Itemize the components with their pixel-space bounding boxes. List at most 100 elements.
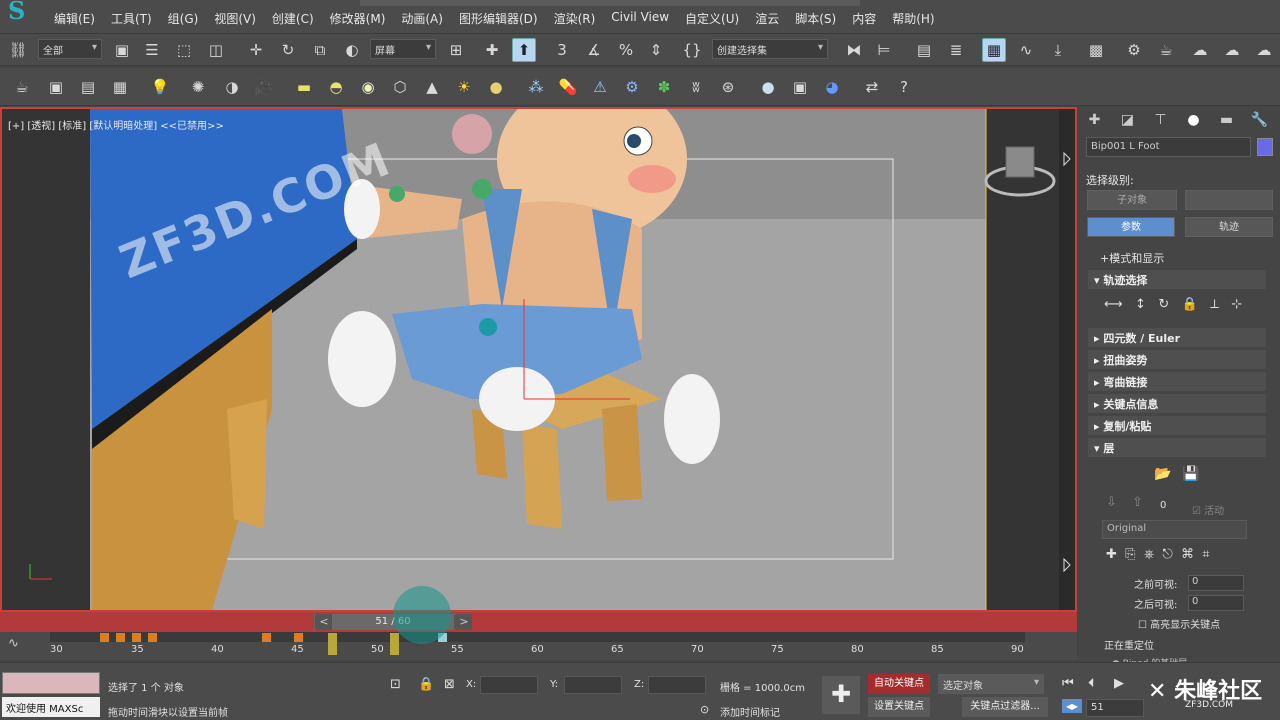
trajectories-button[interactable]: 轨迹 [1185, 217, 1273, 237]
render-frame-window-icon[interactable]: ▣ [44, 75, 68, 99]
open-folder-icon[interactable]: 📂 [1154, 466, 1171, 482]
material-lib-icon[interactable]: ▣ [788, 75, 812, 99]
keyboard-shortcut-override-icon[interactable]: ⬆ [512, 38, 536, 62]
material-editor-icon[interactable]: ▩ [1084, 38, 1108, 62]
rollout-copy-paste[interactable]: ▸ 复制/粘贴 [1088, 416, 1266, 435]
sphere-icon[interactable]: ● [756, 75, 780, 99]
ies-light-icon[interactable]: ● [484, 75, 508, 99]
keyframe-marker[interactable] [100, 633, 109, 642]
hair-icon[interactable]: ʬ [684, 75, 708, 99]
select-manipulate-icon[interactable]: ✚ [480, 38, 504, 62]
menu-content[interactable]: 内容 [846, 10, 886, 27]
spinner-snap-icon[interactable]: ⇕ [644, 38, 668, 62]
help-icon[interactable]: ? [892, 75, 916, 99]
parameters-button[interactable]: 参数 [1087, 217, 1175, 237]
mirror-icon[interactable]: ⧓ [842, 38, 866, 62]
layer-tools-icons[interactable]: ✚ ⎘ ⎈ ⎋ ⌘ ⌗ [1106, 547, 1210, 562]
render-iterative-icon[interactable]: ☁ [1220, 38, 1244, 62]
keyframe-marker[interactable] [132, 633, 141, 642]
window-crossing-icon[interactable]: ◫ [204, 38, 228, 62]
ox-icon[interactable]: ⊛ [716, 75, 740, 99]
select-by-name-icon[interactable]: ☰ [140, 38, 164, 62]
menu-tools[interactable]: 工具(T) [105, 10, 162, 27]
scene-explorer-icon[interactable]: ▤ [912, 38, 936, 62]
isolate-selection-icon[interactable]: ⊡ [390, 677, 401, 692]
snaps-toggle-icon[interactable]: 3 [550, 38, 574, 62]
layer-down-icon[interactable]: ⇩ [1106, 495, 1117, 510]
layer-up-icon[interactable]: ⇧ [1132, 495, 1143, 510]
render-production-icon[interactable]: ☁ [1188, 38, 1212, 62]
set-key-big-button[interactable]: ✚ [822, 676, 860, 714]
menu-group[interactable]: 组(G) [162, 10, 209, 27]
menu-animation[interactable]: 动画(A) [395, 10, 453, 27]
selection-filter-dropdown[interactable]: 全部 [38, 39, 102, 59]
hierarchy-tab-icon[interactable]: ⊤ [1144, 112, 1177, 128]
create-tab-icon[interactable]: ✚ [1078, 112, 1111, 128]
selection-lock-icon[interactable]: 🔒 [418, 677, 434, 692]
absolute-mode-icon[interactable]: ⊠ [444, 677, 455, 692]
highlight-keys-checkbox[interactable]: ☐ 高亮显示关键点 [1138, 616, 1220, 631]
menu-render-cloud[interactable]: 渲云 [749, 10, 789, 27]
key-mode-dropdown[interactable]: 选定对象 [938, 674, 1044, 694]
keyframe-marker[interactable] [148, 633, 157, 642]
motion-tab-icon[interactable]: ● [1177, 112, 1210, 128]
dome-light-icon[interactable]: ◓ [324, 75, 348, 99]
y-coordinate-field[interactable] [564, 676, 622, 694]
proxy-icon[interactable]: 💊 [556, 75, 580, 99]
plane-icon[interactable]: ⚠ [588, 75, 612, 99]
menu-help[interactable]: 帮助(H) [886, 10, 944, 27]
percent-snap-icon[interactable]: % [614, 38, 638, 62]
viewport-label[interactable]: [+] [透视] [标准] [默认明暗处理] <<已禁用>> [8, 117, 224, 132]
omni-light-icon[interactable]: ✺ [186, 75, 210, 99]
modify-tab-icon[interactable]: ◪ [1111, 112, 1144, 128]
key-filters-button[interactable]: 关键点过滤器... [962, 697, 1048, 717]
rollout-layers[interactable]: ▾ 层 [1088, 438, 1266, 457]
reference-coord-dropdown[interactable]: 屏幕 [370, 39, 436, 59]
light-lister-icon[interactable]: 💡 [148, 75, 172, 99]
go-to-start-icon[interactable]: ⏮ [1062, 676, 1074, 691]
mini-curve-editor-icon[interactable]: ∿ [8, 636, 32, 656]
rollout-key-info[interactable]: ▸ 关键点信息 [1088, 394, 1266, 413]
viewcube[interactable] [1005, 146, 1035, 178]
add-time-tag[interactable]: 添加时间标记 [720, 704, 780, 719]
play-icon[interactable]: ▶ [1114, 676, 1124, 691]
align-icon[interactable]: ⊨ [872, 38, 896, 62]
time-tag-icon[interactable]: ⊙ [700, 703, 709, 716]
menu-scripting[interactable]: 脚本(S) [789, 10, 846, 27]
link-icon[interactable]: ⛓ [6, 38, 30, 62]
select-object-icon[interactable]: ▣ [110, 38, 134, 62]
current-frame-field[interactable]: 51 [1086, 699, 1144, 717]
app-logo[interactable]: S [8, 0, 42, 26]
x-coordinate-field[interactable] [480, 676, 538, 694]
sun-light-icon[interactable]: ☀ [452, 75, 476, 99]
menu-graph-editors[interactable]: 图形编辑器(D) [453, 10, 548, 27]
menu-modifiers[interactable]: 修改器(M) [324, 10, 396, 27]
menu-edit[interactable]: 编辑(E) [48, 10, 105, 27]
rendered-frame-icon[interactable]: ☕ [1154, 38, 1178, 62]
time-slider-prev-button[interactable]: < [316, 614, 332, 630]
rollout-twist-poses[interactable]: ▸ 扭曲姿势 [1088, 350, 1266, 369]
fur-icon[interactable]: ⁂ [524, 75, 548, 99]
object-name-field[interactable]: Bip001 L Foot [1086, 137, 1251, 157]
table-icon[interactable]: ▦ [108, 75, 132, 99]
render-setup-icon[interactable]: ⚙ [1122, 38, 1146, 62]
time-slider-next-button[interactable]: > [456, 614, 472, 630]
edit-named-selection-icon[interactable]: {} [680, 38, 704, 62]
rect-selection-icon[interactable]: ⬚ [172, 38, 196, 62]
menu-create[interactable]: 创建(C) [266, 10, 324, 27]
rollout-quaternion-euler[interactable]: ▸ 四元数 / Euler [1088, 328, 1266, 347]
place-icon[interactable]: ◐ [340, 38, 364, 62]
save-layer-icon[interactable]: 💾 [1182, 466, 1199, 482]
z-coordinate-field[interactable] [648, 676, 706, 694]
mode-display-rollout[interactable]: +模式和显示 [1100, 250, 1164, 266]
teapot-icon[interactable]: ☕ [10, 75, 34, 99]
utilities-tab-icon[interactable]: 🔧 [1243, 112, 1276, 128]
rollout-track-selection[interactable]: ▾ 轨迹选择 [1088, 270, 1266, 289]
move-icon[interactable]: ✛ [244, 38, 268, 62]
auto-key-button[interactable]: 自动关键点 [868, 674, 930, 694]
layer-active-checkbox[interactable]: ☑ 活动 [1192, 502, 1224, 517]
welcome-text[interactable]: 欢迎使用 MAXSc [2, 697, 100, 717]
menu-civil-view[interactable]: Civil View [605, 10, 679, 27]
gear-object-icon[interactable]: ⚙ [620, 75, 644, 99]
keyframe-marker[interactable] [294, 633, 303, 642]
